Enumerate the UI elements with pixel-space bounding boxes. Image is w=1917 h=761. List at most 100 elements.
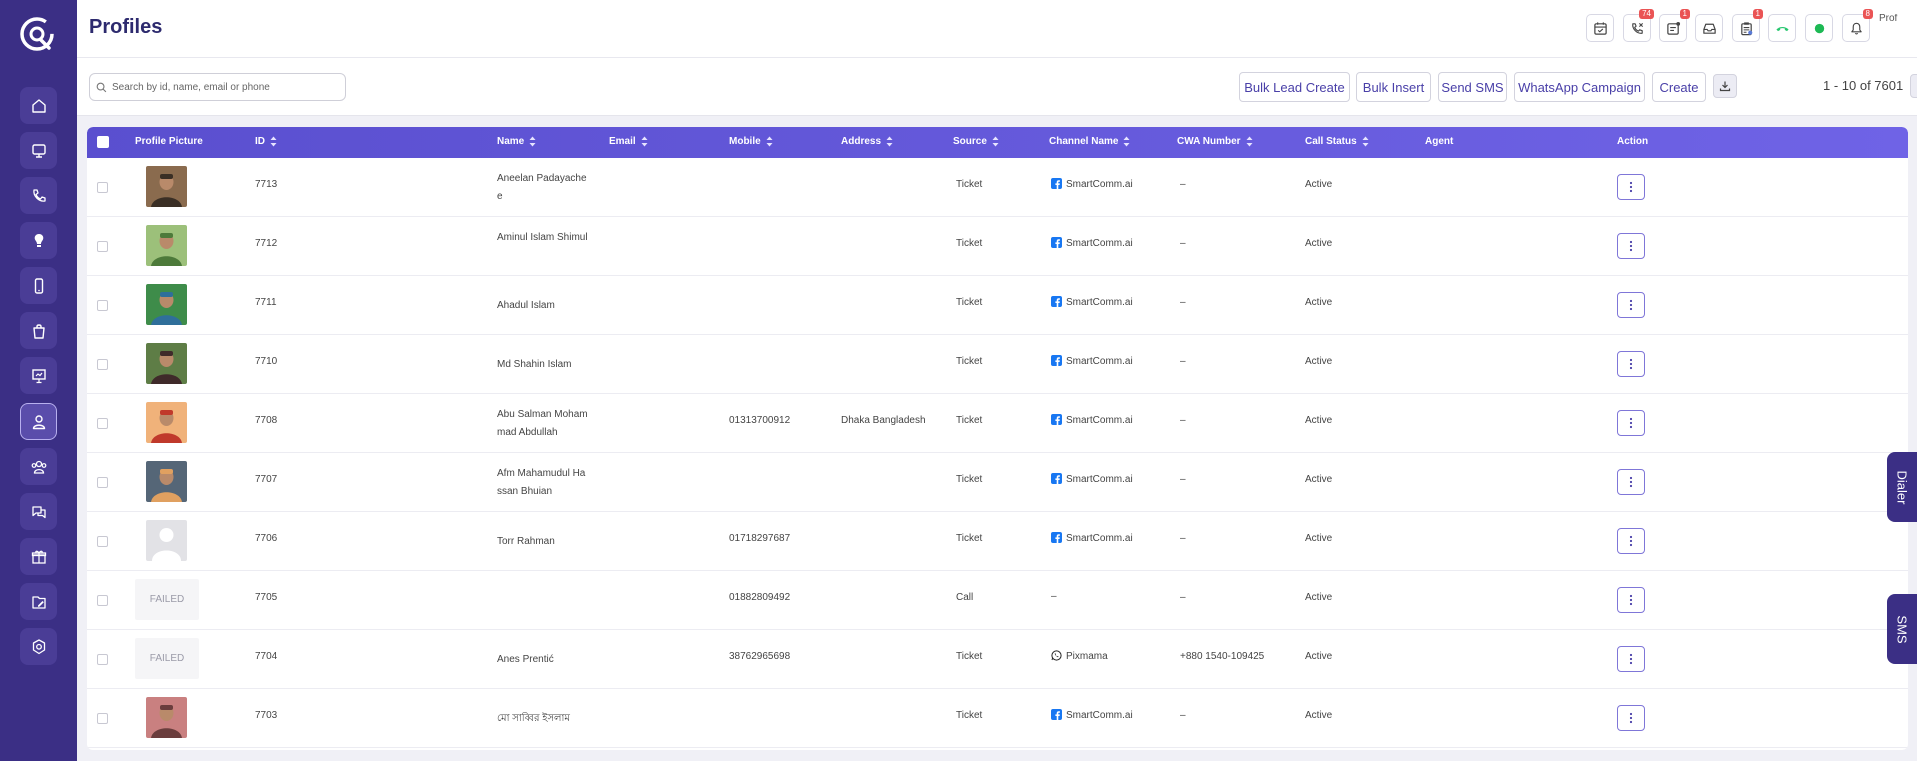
user-icon	[32, 414, 45, 429]
sidebar-item-presentation[interactable]	[20, 357, 57, 394]
clipboard-icon	[1740, 21, 1752, 35]
table-row[interactable]: 7703 মো সাব্বির ইসলাম Ticket SmartComm.a…	[87, 689, 1908, 748]
cwa-number-cell: –	[1180, 592, 1186, 603]
table-row[interactable]: 7710 Md Shahin Islam Ticket SmartComm.ai…	[87, 335, 1908, 394]
online-status-button[interactable]	[1805, 14, 1833, 42]
profile-picture	[146, 697, 187, 738]
download-button[interactable]	[1713, 74, 1737, 98]
sort-icon	[766, 136, 773, 147]
row-checkbox[interactable]	[97, 536, 108, 547]
inbox-button[interactable]	[1695, 14, 1723, 42]
name-cell: Md Shahin Islam	[497, 359, 572, 370]
row-action-button[interactable]	[1617, 646, 1645, 672]
col-channel-name[interactable]: Channel Name	[1049, 136, 1130, 147]
sidebar-item-chat[interactable]	[20, 493, 57, 530]
sidebar-item-home[interactable]	[20, 87, 57, 124]
col-email[interactable]: Email	[609, 136, 648, 147]
notifications-button[interactable]: 8	[1842, 9, 1873, 42]
row-action-button[interactable]	[1617, 469, 1645, 495]
sidebar-item-monitor[interactable]	[20, 132, 57, 169]
row-checkbox[interactable]	[97, 241, 108, 252]
more-vertical-icon	[1629, 358, 1633, 370]
dialer-tab-label: Dialer	[1894, 470, 1910, 504]
sidebar-item-mobile[interactable]	[20, 267, 57, 304]
table-row[interactable]: FAILED 7704 Anes Prentić 38762965698 Tic…	[87, 630, 1908, 689]
table-row[interactable]: FAILED 7705 01882809492 Call – – Active	[87, 571, 1908, 630]
phone-icon	[32, 188, 46, 202]
sidebar-item-groups[interactable]	[20, 448, 57, 485]
table-row[interactable]: 7708 Abu Salman Moham mad Abdullah 01313…	[87, 394, 1908, 453]
row-action-button[interactable]	[1617, 705, 1645, 731]
row-action-button[interactable]	[1617, 233, 1645, 259]
channel-name: –	[1051, 591, 1057, 602]
sidebar-item-calls[interactable]	[20, 177, 57, 214]
col-call-status[interactable]: Call Status	[1305, 136, 1369, 147]
sort-icon	[1123, 136, 1130, 147]
failed-image: FAILED	[135, 638, 199, 679]
col-name[interactable]: Name	[497, 136, 536, 147]
id-cell: 7708	[255, 415, 278, 426]
row-action-button[interactable]	[1617, 174, 1645, 200]
table-row[interactable]: 7712 Aminul Islam Shimul Ticket SmartCom…	[87, 217, 1908, 276]
clipboard-button[interactable]: 1	[1732, 9, 1763, 42]
id-cell: 7707	[255, 474, 278, 485]
row-action-button[interactable]	[1617, 410, 1645, 436]
row-checkbox[interactable]	[97, 713, 108, 724]
col-label: Mobile	[729, 136, 761, 148]
more-vertical-icon	[1629, 535, 1633, 547]
sidebar-item-gifts[interactable]	[20, 538, 57, 575]
search-input[interactable]	[112, 81, 332, 93]
col-mobile[interactable]: Mobile	[729, 136, 773, 147]
table-row[interactable]: 7707 Afm Mahamudul Ha ssan Bhuian Ticket…	[87, 453, 1908, 512]
col-label: Action	[1617, 136, 1649, 147]
calendar-button[interactable]	[1586, 14, 1614, 42]
row-action-button[interactable]	[1617, 528, 1645, 554]
row-checkbox[interactable]	[97, 418, 108, 429]
select-all-checkbox[interactable]	[97, 136, 109, 148]
bulk-insert-button[interactable]: Bulk Insert	[1356, 72, 1431, 102]
row-action-button[interactable]	[1617, 587, 1645, 613]
cwa-number-cell: –	[1180, 356, 1186, 367]
prev-page-button[interactable]	[1910, 74, 1917, 98]
send-sms-button[interactable]: Send SMS	[1438, 72, 1507, 102]
id-cell: 7712	[255, 238, 278, 249]
sms-tab[interactable]: SMS	[1887, 594, 1917, 664]
row-checkbox[interactable]	[97, 654, 108, 665]
bulk-lead-create-button[interactable]: Bulk Lead Create	[1239, 72, 1350, 102]
col-source[interactable]: Source	[953, 136, 999, 147]
col-id[interactable]: ID	[255, 136, 277, 147]
cwa-number-cell: –	[1180, 415, 1186, 426]
row-action-button[interactable]	[1617, 351, 1645, 377]
sidebar-item-settings[interactable]	[20, 628, 57, 665]
row-checkbox[interactable]	[97, 359, 108, 370]
missed-call-icon	[1631, 22, 1643, 34]
sms-tab-label: SMS	[1894, 614, 1910, 644]
table-row[interactable]: 7713 Aneelan Padayache e Ticket SmartCom…	[87, 158, 1908, 217]
row-action-button[interactable]	[1617, 292, 1645, 318]
col-cwa-number[interactable]: CWA Number	[1177, 136, 1253, 147]
row-checkbox[interactable]	[97, 477, 108, 488]
create-button[interactable]: Create	[1652, 72, 1706, 102]
search-box[interactable]	[89, 73, 346, 101]
hangup-call-button[interactable]	[1768, 14, 1796, 42]
row-checkbox[interactable]	[97, 300, 108, 311]
tasks-button[interactable]: 1	[1659, 9, 1690, 42]
table-row[interactable]: 7706 Torr Rahman 01718297687 Ticket Smar…	[87, 512, 1908, 571]
row-checkbox[interactable]	[97, 595, 108, 606]
sidebar-item-profiles[interactable]	[20, 403, 57, 440]
sidebar-item-shop[interactable]	[20, 312, 57, 349]
col-action: Action	[1617, 136, 1648, 147]
user-avatar[interactable]: Prof	[1879, 14, 1905, 42]
col-address[interactable]: Address	[841, 136, 893, 147]
row-checkbox[interactable]	[97, 182, 108, 193]
col-label: Email	[609, 136, 636, 148]
whatsapp-campaign-button[interactable]: WhatsApp Campaign	[1514, 72, 1645, 102]
search-icon	[96, 82, 107, 92]
sidebar-item-notes[interactable]	[20, 583, 57, 620]
sidebar-item-ideas[interactable]	[20, 222, 57, 259]
app-logo[interactable]	[17, 14, 57, 54]
missed-calls-button[interactable]: 74	[1623, 9, 1654, 42]
facebook-icon	[1051, 296, 1062, 307]
table-row[interactable]: 7711 Ahadul Islam Ticket SmartComm.ai – …	[87, 276, 1908, 335]
dialer-tab[interactable]: Dialer	[1887, 452, 1917, 522]
